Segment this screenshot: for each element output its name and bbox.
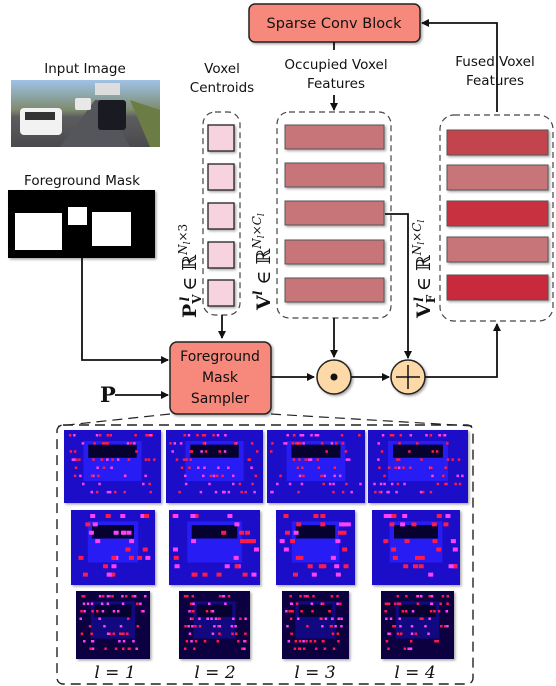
svg-text:Mask: Mask [202,370,239,386]
feature-map-thumbnail [169,510,260,585]
input-image-label: Input Image [44,61,126,77]
mask-to-sampler-arrow [81,258,169,364]
svg-text:Foreground: Foreground [180,349,260,365]
feature-map-thumbnail [179,591,250,659]
centroid-cell [207,163,235,191]
feature-map-thumbnail [282,591,349,659]
centroid-cell [207,241,235,269]
feature-map-thumbnail [276,510,355,585]
foreground-mask [8,190,155,258]
feature-map-thumbnail [76,591,150,659]
voxel-centroids-label-2: Centroids [190,80,254,96]
occupied-math-label: Vl ∈ ℝNl×Cl [250,213,275,311]
feature-map-thumbnail [372,510,460,585]
architecture-diagram: Input Image Foreground Mask Sparse Conv … [8,3,554,685]
hadamard-product-operator [316,359,352,395]
occupied-feature-row [284,200,385,226]
occupied-feature-row [284,277,385,303]
feature-map-thumbnail [381,591,454,659]
feature-map-thumbnail [166,430,263,503]
feature-map-thumbnail [267,430,365,503]
dot-icon [330,373,338,381]
centroid-cell [207,279,235,307]
fused-feature-row [446,200,549,227]
voxel-centroids [207,124,235,307]
level-label: l = 4 [394,663,435,683]
sparse-conv-block: Sparse Conv Block [248,3,421,43]
centroid-cell [207,202,235,230]
centroid-cell [207,124,235,152]
input-image [11,80,160,147]
fused-math-label: VFl ∈ ℝNl×Cl [410,220,438,319]
level-label: l = 1 [94,663,135,683]
fused-feature-row [446,164,549,191]
level-label: l = 2 [194,663,235,683]
add-operator [390,359,426,395]
occupied-feature-row [284,124,385,150]
foreground-mask-label: Foreground Mask [24,173,140,189]
svg-text:Sampler: Sampler [191,391,249,407]
occupied-feature-row [284,162,385,188]
svg-text:VFl ∈ ℝNl×Cl: VFl ∈ ℝNl×Cl [410,220,438,319]
add-to-fused-arrow [425,323,501,378]
level-labels: l = 1 l = 2 l = 3 l = 4 [94,663,435,683]
input-points-label: P [100,382,116,407]
fused-feature-row [446,236,549,263]
fused-feature-row [446,274,549,301]
fused-feature-row [446,129,549,156]
zoom-connector [57,413,473,427]
centroids-math-label: PVl ∈ ℝNl×3 [176,224,204,318]
occupied-voxel-features [284,124,385,303]
feature-map-thumbnail [71,510,155,585]
feature-map-thumbnail [64,430,161,503]
foreground-mask-sampler: Foreground Mask Sampler [169,341,272,415]
occupied-features-label-1: Occupied Voxel [284,57,387,73]
feature-visualizations [64,430,468,659]
voxel-centroids-label-1: Voxel [204,61,240,77]
fused-voxel-features [446,129,549,301]
occupied-feature-row [284,239,385,265]
svg-text:PVl ∈ ℝNl×3: PVl ∈ ℝNl×3 [176,224,204,318]
fused-features-label-1: Fused Voxel [455,54,534,70]
svg-text:Sparse Conv Block: Sparse Conv Block [267,16,403,32]
level-label: l = 3 [294,663,335,683]
svg-text:Vl ∈ ℝNl×Cl: Vl ∈ ℝNl×Cl [250,213,275,311]
feature-map-thumbnail [368,430,468,503]
occupied-to-add-arrow [385,213,412,359]
occupied-features-label-2: Features [307,76,365,92]
fused-features-label-2: Features [466,73,524,89]
